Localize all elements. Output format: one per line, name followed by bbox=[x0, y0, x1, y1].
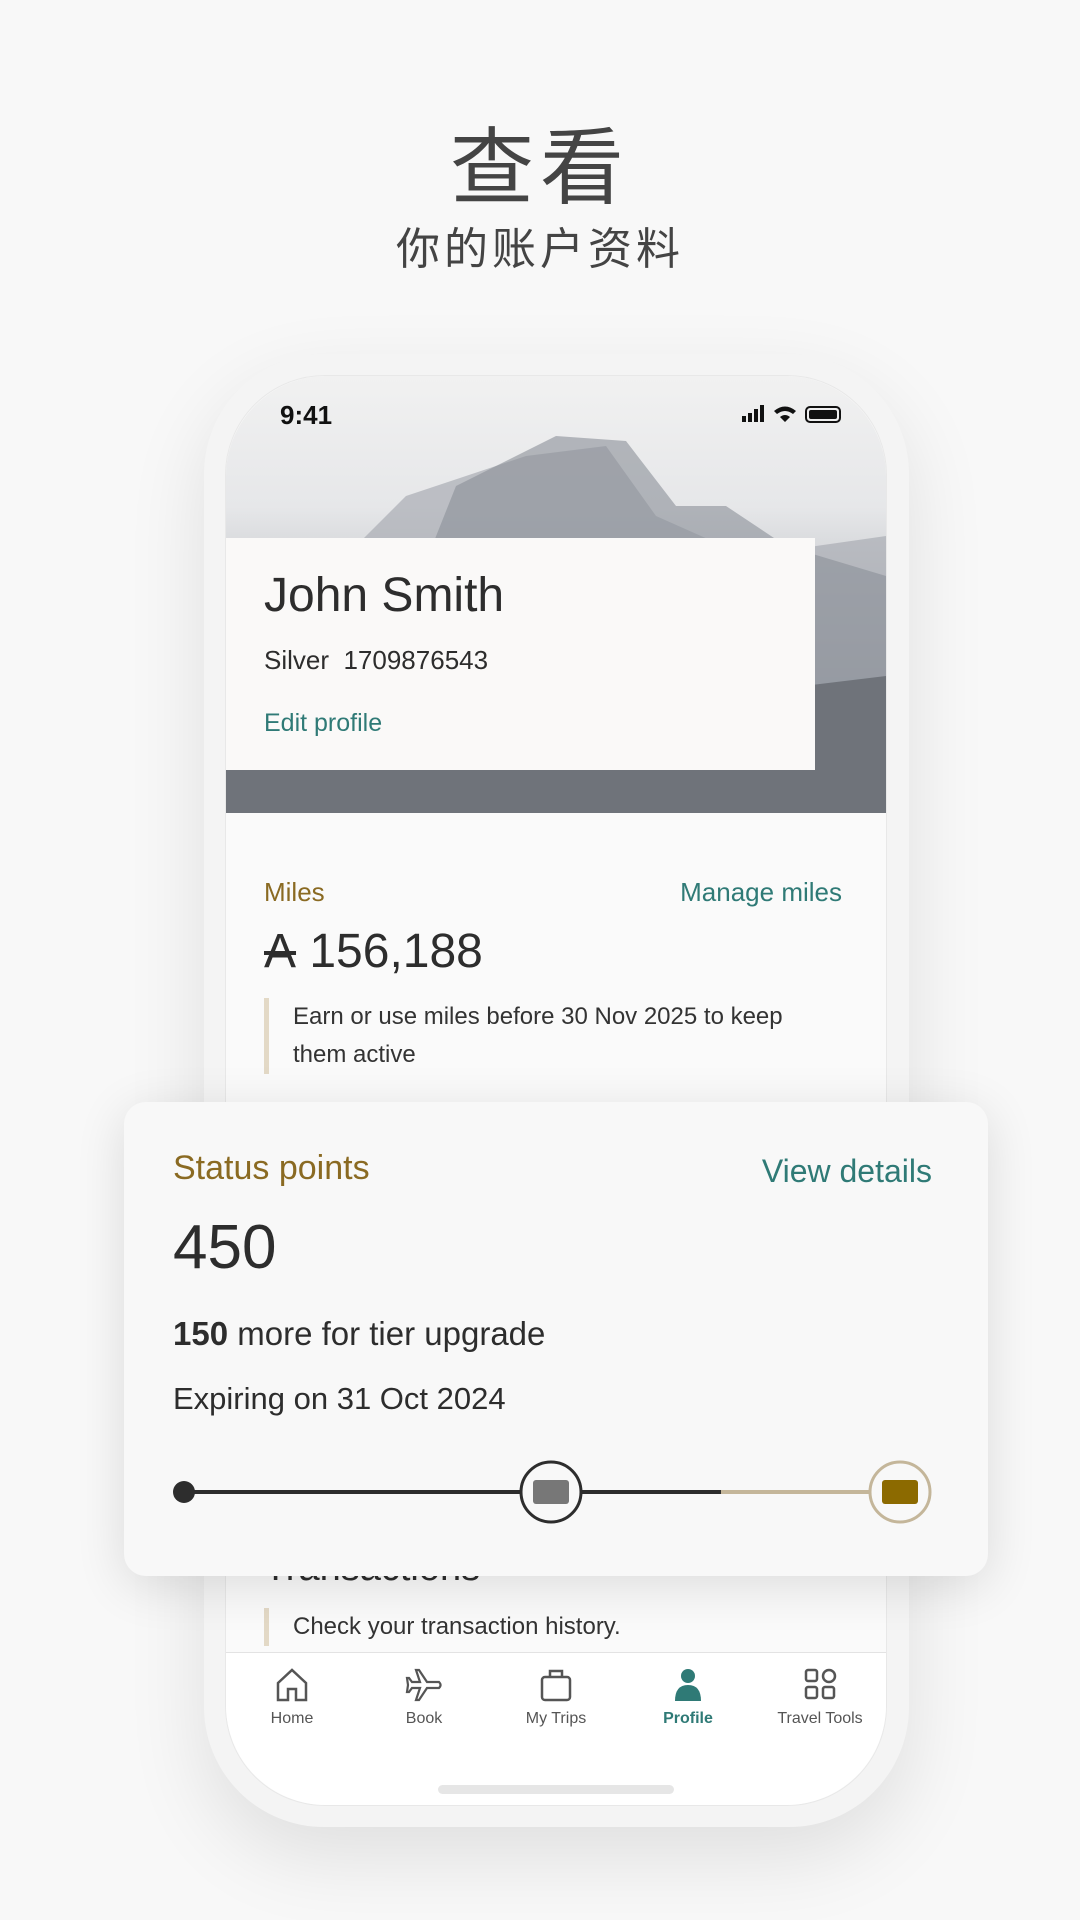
status-points-card: Status points View details 450 150 more … bbox=[124, 1102, 988, 1576]
tab-label: My Trips bbox=[525, 1710, 587, 1727]
home-icon bbox=[276, 1668, 308, 1702]
tier: Silver bbox=[264, 645, 330, 675]
profile-tier-number: Silver 1709876543 bbox=[264, 644, 488, 676]
hero-mountain-image: 9:41 John Smith Silver 1709876543 Edit p… bbox=[226, 376, 886, 813]
manage-miles-link[interactable]: Manage miles bbox=[680, 876, 842, 908]
battery-icon bbox=[805, 406, 841, 423]
wifi-icon bbox=[774, 406, 796, 422]
tab-profile[interactable]: Profile bbox=[622, 1667, 754, 1729]
tab-label: Profile bbox=[663, 1710, 713, 1727]
tab-book[interactable]: Book bbox=[358, 1667, 490, 1729]
plane-icon bbox=[405, 1668, 442, 1702]
tier-progress-track bbox=[173, 1460, 932, 1524]
tab-travel-tools[interactable]: Travel Tools bbox=[754, 1667, 886, 1729]
suitcase-icon bbox=[540, 1669, 572, 1702]
points-expiry: Expiring on 31 Oct 2024 bbox=[173, 1381, 506, 1416]
promo-title: 查看 bbox=[449, 119, 630, 217]
silver-card-icon bbox=[519, 1460, 583, 1524]
tab-label: Travel Tools bbox=[777, 1710, 863, 1727]
tab-home[interactable]: Home bbox=[226, 1667, 358, 1729]
tab-label: Book bbox=[405, 1710, 443, 1727]
member-number: 1709876543 bbox=[343, 645, 489, 675]
status-time: 9:41 bbox=[280, 400, 333, 430]
tab-bar: Home Book My Trips Profile Travel Tools bbox=[226, 1652, 886, 1805]
profile-card: John Smith Silver 1709876543 Edit profil… bbox=[226, 538, 815, 770]
tab-label: Home bbox=[270, 1710, 314, 1727]
profile-name: John Smith bbox=[264, 569, 505, 622]
view-details-link[interactable]: View details bbox=[762, 1152, 932, 1190]
grid-icon bbox=[804, 1668, 837, 1700]
edit-profile-link[interactable]: Edit profile bbox=[264, 708, 382, 738]
transactions-note: Check your transaction history. bbox=[264, 1608, 824, 1646]
miles-expiry-note: Earn or use miles before 30 Nov 2025 to … bbox=[264, 998, 824, 1074]
promo-subtitle: 你的账户资料 bbox=[396, 224, 684, 275]
status-points-label: Status points bbox=[173, 1149, 370, 1187]
upgrade-label: more for tier upgrade bbox=[228, 1315, 546, 1352]
points-needed: 150 bbox=[173, 1315, 229, 1352]
home-indicator bbox=[438, 1785, 674, 1794]
miles-value: A 156,188 bbox=[264, 924, 483, 980]
miles-label: Miles bbox=[264, 877, 325, 907]
phone-screen: 9:41 John Smith Silver 1709876543 Edit p… bbox=[225, 375, 887, 1806]
status-icons bbox=[742, 405, 841, 423]
asia-miles-icon: A bbox=[264, 925, 297, 978]
miles-amount: 156,188 bbox=[309, 925, 483, 978]
person-icon bbox=[675, 1669, 701, 1701]
tier-upgrade-text: 150 more for tier upgrade bbox=[173, 1314, 545, 1354]
page: 查看 你的账户资料 9:41 John Smith Silver 1709876… bbox=[0, 0, 1080, 1920]
gold-card-icon bbox=[868, 1460, 932, 1524]
status-points-value: 450 bbox=[173, 1213, 277, 1282]
signal-icon bbox=[742, 405, 764, 422]
tab-my-trips[interactable]: My Trips bbox=[490, 1667, 622, 1729]
track-start-dot bbox=[173, 1481, 195, 1503]
